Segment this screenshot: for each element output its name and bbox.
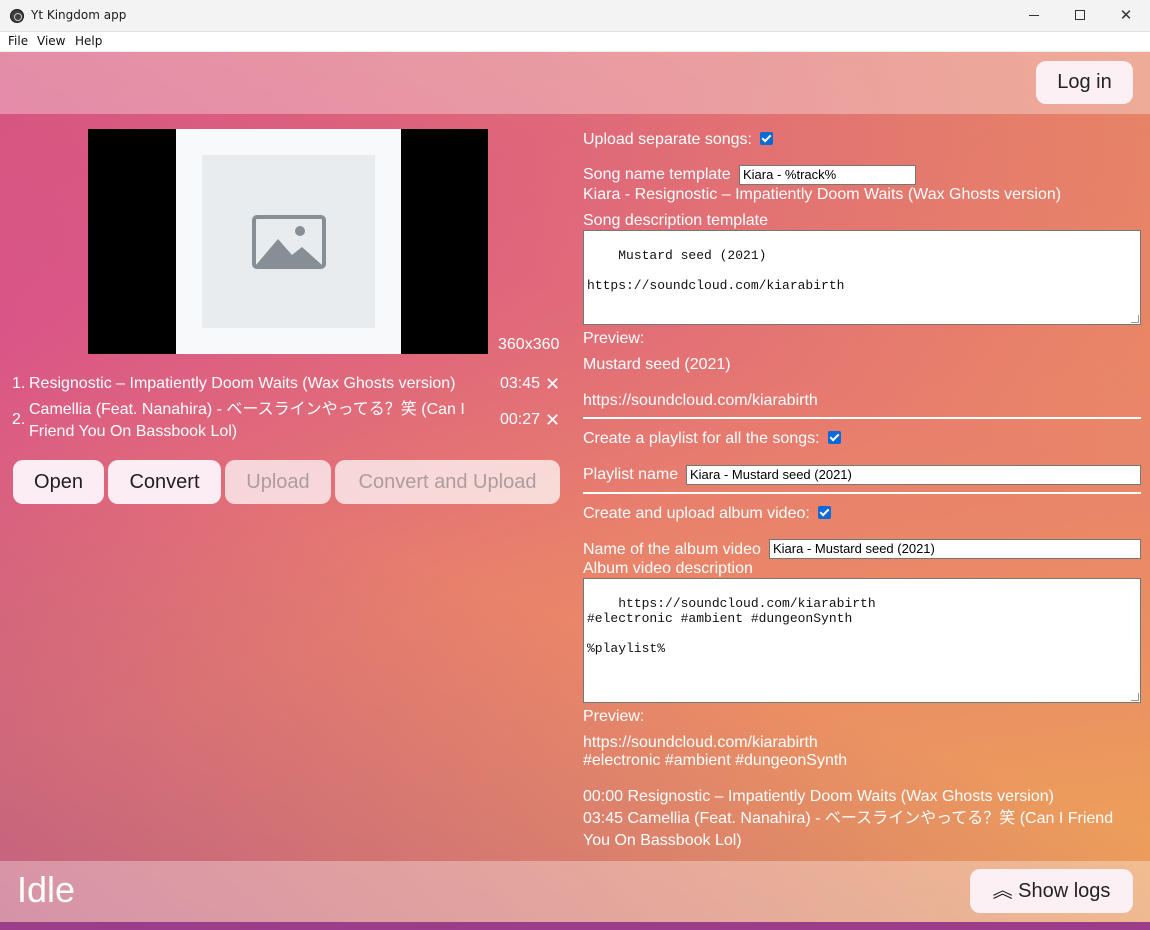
divider xyxy=(583,417,1141,419)
track-number: 1. xyxy=(12,375,26,392)
song-name-preview: Kiara - Resignostic – Impatiently Doom W… xyxy=(583,186,1062,203)
album-video-label: Create and upload album video: xyxy=(583,505,810,522)
show-logs-button[interactable]: ︽ Show logs xyxy=(970,869,1133,913)
upload-button[interactable]: Upload xyxy=(225,460,331,504)
track-title: Resignostic – Impatiently Doom Waits (Wa… xyxy=(29,375,456,392)
album-video-name-input[interactable]: Kiara - Mustard seed (2021) xyxy=(769,539,1141,559)
song-preview-line: Mustard seed (2021) xyxy=(583,356,731,373)
status-bar: Idle ︽ Show logs xyxy=(0,861,1150,922)
album-video-name-label: Name of the album video xyxy=(583,541,761,558)
minimize-button[interactable] xyxy=(1011,0,1057,32)
song-description-template-label: Song description template xyxy=(583,212,768,229)
remove-track-icon[interactable]: ✕ xyxy=(545,409,560,431)
song-name-template-input[interactable]: Kiara - %track% xyxy=(739,165,916,185)
convert-button[interactable]: Convert xyxy=(108,460,221,504)
top-bar: Log in xyxy=(0,52,1150,114)
window-title: Yt Kingdom app xyxy=(31,8,127,22)
separate-songs-checkbox[interactable] xyxy=(760,132,773,145)
divider xyxy=(583,492,1141,494)
song-description-textarea[interactable]: Mustard seed (2021) https://soundcloud.c… xyxy=(583,230,1141,325)
chevron-up-icon: ︽ xyxy=(992,880,1013,902)
title-bar: Yt Kingdom app ✕ xyxy=(0,0,1150,32)
album-thumbnail xyxy=(88,129,488,354)
app-icon xyxy=(10,9,24,23)
menu-file[interactable]: File xyxy=(8,34,28,48)
remove-track-icon[interactable]: ✕ xyxy=(545,373,560,395)
album-video-description-label: Album video description xyxy=(583,560,753,577)
song-preview-line: https://soundcloud.com/kiarabirth xyxy=(583,392,818,409)
maximize-button[interactable] xyxy=(1057,0,1103,32)
separate-songs-label: Upload separate songs: xyxy=(583,131,752,148)
album-preview-label: Preview: xyxy=(583,708,645,725)
album-preview-text: https://soundcloud.com/kiarabirth #elect… xyxy=(583,734,848,769)
convert-and-upload-button[interactable]: Convert and Upload xyxy=(335,460,560,504)
track-title: Camellia (Feat. Nanahira) - ベースラインやってる？笑… xyxy=(29,401,465,440)
playlist-name-input[interactable]: Kiara - Mustard seed (2021) xyxy=(686,465,1141,485)
song-preview-label: Preview: xyxy=(583,330,645,347)
status-text: Idle xyxy=(17,869,76,910)
create-playlist-label: Create a playlist for all the songs: xyxy=(583,430,820,447)
image-placeholder xyxy=(202,155,375,328)
track-duration: 00:27 xyxy=(500,411,541,428)
album-description-textarea[interactable]: https://soundcloud.com/kiarabirth #elect… xyxy=(583,578,1141,703)
image-icon xyxy=(252,215,326,269)
album-video-checkbox[interactable] xyxy=(818,506,831,519)
create-playlist-checkbox[interactable] xyxy=(828,431,841,444)
track-number: 2. xyxy=(12,411,26,428)
menu-view[interactable]: View xyxy=(37,34,65,48)
thumbnail-size-label: 360x360 xyxy=(498,336,560,353)
resize-handle[interactable] xyxy=(1131,315,1139,323)
app-content: Log in 360x360 1. Resignostic – Impatien… xyxy=(0,52,1150,930)
menu-bar: File View Help xyxy=(0,32,1150,52)
close-window-button[interactable]: ✕ xyxy=(1103,0,1149,32)
album-preview-tracklist: 00:00 Resignostic – Impatiently Doom Wai… xyxy=(583,788,1114,849)
login-button[interactable]: Log in xyxy=(1036,61,1133,104)
song-name-template-label: Song name template xyxy=(583,166,731,183)
playlist-name-label: Playlist name xyxy=(583,466,679,483)
open-button[interactable]: Open xyxy=(13,460,104,504)
maximize-icon xyxy=(1075,10,1085,20)
minimize-icon xyxy=(1029,14,1039,16)
track-duration: 03:45 xyxy=(500,375,541,392)
resize-handle[interactable] xyxy=(1131,693,1139,701)
menu-help[interactable]: Help xyxy=(75,34,102,48)
